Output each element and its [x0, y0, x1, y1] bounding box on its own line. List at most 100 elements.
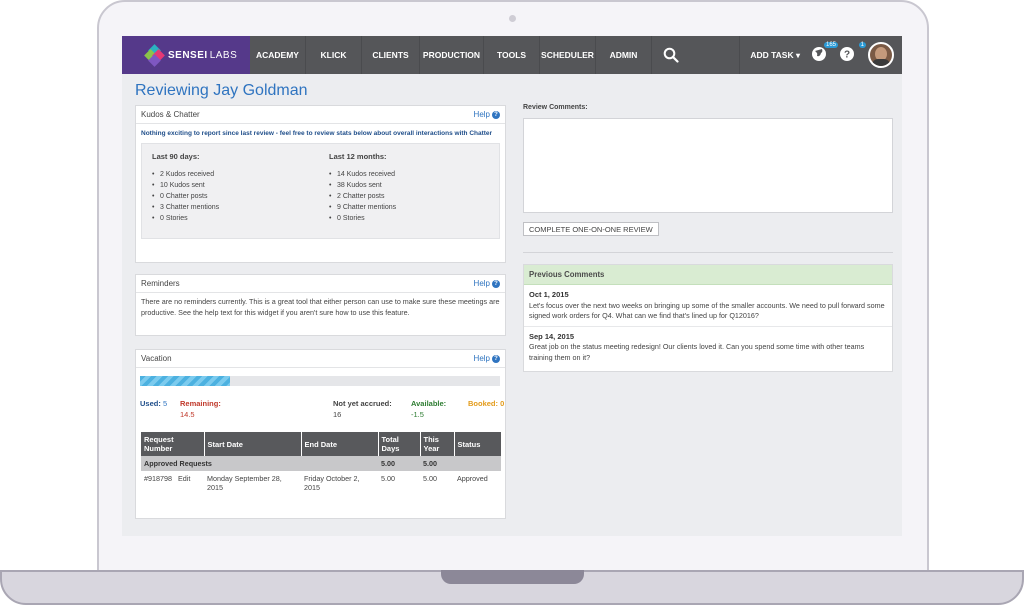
vacation-progress-bar [140, 376, 500, 386]
help-label: Help [473, 279, 490, 288]
help-icon: ? [492, 279, 500, 288]
previous-comments-title: Previous Comments [524, 265, 892, 285]
available-label: Available: [411, 399, 447, 408]
brand-logo[interactable]: SENSEI LABS [122, 36, 250, 74]
help-badge: 1 [858, 42, 866, 48]
reminders-text: There are no reminders currently. This i… [141, 297, 500, 317]
stats-heading: Last 12 months: [329, 152, 387, 161]
globe-notifications[interactable]: 165 [810, 42, 838, 66]
request-number: #918798 [144, 474, 172, 483]
nav-klick[interactable]: KLICK [306, 36, 362, 74]
comment-item: Sep 14, 2015 Great job on the status mee… [524, 327, 892, 368]
remaining-label: Remaining: [180, 399, 221, 408]
page-title: Reviewing Jay Goldman [135, 82, 308, 99]
app-screen: SENSEI LABS ACADEMY KLICK CLIENTS PRODUCT… [122, 36, 902, 536]
nav-scheduler[interactable]: SCHEDULER [540, 36, 596, 74]
comment-item: Oct 1, 2015 Let's focus over the next tw… [524, 285, 892, 327]
help-label: Help [473, 354, 490, 363]
remaining-value: 14.5 [180, 410, 195, 419]
group-year: 5.00 [420, 456, 454, 471]
kudos-panel: Kudos & Chatter Help? Nothing exciting t… [135, 105, 506, 263]
col-request-number: Request Number [141, 432, 205, 456]
review-comments-label: Review Comments: [523, 104, 588, 111]
vacation-panel: Vacation Help? Used: 5 Remaining: 14.5 N… [135, 349, 506, 519]
nav-right: ADD TASK ▾ 165 ? 1 [739, 36, 902, 74]
nav-admin[interactable]: ADMIN [596, 36, 652, 74]
kudos-title: Kudos & Chatter [141, 110, 200, 119]
stats-heading: Last 90 days: [152, 152, 200, 161]
edit-link[interactable]: Edit [178, 474, 190, 483]
help-icon: ? [492, 110, 500, 119]
end-date-cell: Friday October 2, 2015 [304, 474, 360, 492]
group-row: Approved Requests 5.00 5.00 [141, 456, 501, 471]
kudos-note: Nothing exciting to report since last re… [141, 130, 493, 137]
used-stat: Used: 5 [140, 398, 167, 409]
avatar[interactable] [868, 42, 894, 68]
brand-name-bold: SENSEI [168, 49, 208, 61]
list-item: 14 Kudos received [329, 169, 396, 180]
help-label: Help [473, 110, 490, 119]
nav-tools[interactable]: TOOLS [484, 36, 540, 74]
add-task-label: ADD TASK [750, 50, 794, 60]
comment-date: Oct 1, 2015 [529, 290, 569, 299]
previous-comments-panel: Previous Comments Oct 1, 2015 Let's focu… [523, 264, 893, 372]
col-start-date: Start Date [204, 432, 302, 456]
vacation-progress-fill [140, 376, 230, 386]
reminders-panel: Reminders Help? There are no reminders c… [135, 274, 506, 336]
nav-academy[interactable]: ACADEMY [250, 36, 306, 74]
stats-90-days: Last 90 days: 2 Kudos received 10 Kudos … [152, 152, 219, 224]
kudos-stats: Last 90 days: 2 Kudos received 10 Kudos … [141, 143, 500, 239]
accrued-label: Not yet accrued: [333, 399, 392, 408]
help-notifications[interactable]: ? 1 [838, 42, 866, 66]
request-number-cell: #918798 Edit [141, 471, 204, 495]
reminders-header: Reminders Help? [136, 275, 505, 293]
list-item: 9 Chatter mentions [329, 202, 396, 213]
start-date-cell: Monday September 28, 2015 [207, 474, 282, 492]
top-nav: SENSEI LABS ACADEMY KLICK CLIENTS PRODUCT… [122, 36, 902, 74]
vacation-header: Vacation Help? [136, 350, 505, 368]
col-this-year: This Year [420, 432, 455, 456]
vacation-help-link[interactable]: Help? [474, 354, 500, 363]
question-icon: ? [840, 47, 854, 61]
brand-name-light: LABS [209, 49, 238, 61]
list-item: 0 Chatter posts [152, 191, 219, 202]
review-comments-textarea[interactable] [523, 118, 893, 213]
list-item: 38 Kudos sent [329, 180, 396, 191]
add-task-button[interactable]: ADD TASK ▾ [740, 50, 810, 60]
available-value: -1.5 [411, 410, 424, 419]
complete-review-button[interactable]: COMPLETE ONE-ON-ONE REVIEW [523, 222, 659, 236]
search-icon[interactable] [652, 36, 690, 74]
globe-badge: 165 [823, 42, 838, 48]
booked-stat: Booked: 0 [468, 399, 505, 408]
list-item: 10 Kudos sent [152, 180, 219, 191]
kudos-header: Kudos & Chatter Help? [136, 106, 505, 124]
comment-text: Great job on the status meeting redesign… [529, 342, 865, 362]
remaining-stat: Remaining: 14.5 [180, 398, 221, 420]
nav-clients[interactable]: CLIENTS [362, 36, 420, 74]
logo-icon [144, 44, 165, 67]
col-total-days: Total Days [378, 432, 421, 456]
available-stat: Available: -1.5 [411, 398, 446, 420]
nav-production[interactable]: PRODUCTION [420, 36, 484, 74]
col-status: Status [454, 432, 501, 456]
list-item: 0 Stories [152, 213, 219, 224]
used-value: 5 [162, 399, 168, 408]
list-item: 2 Kudos received [152, 169, 219, 180]
vacation-title: Vacation [141, 354, 172, 363]
comment-date: Sep 14, 2015 [529, 331, 575, 341]
list-item: 2 Chatter posts [329, 191, 396, 202]
col-end-date: End Date [301, 432, 379, 456]
status-cell: Approved [457, 474, 488, 483]
chevron-down-icon: ▾ [795, 51, 800, 60]
group-label: Approved Requests [141, 456, 378, 471]
list-item: 3 Chatter mentions [152, 202, 219, 213]
accrued-stat: Not yet accrued: 16 [333, 398, 392, 420]
reminders-help-link[interactable]: Help? [474, 279, 500, 288]
camera-dot [509, 15, 516, 22]
help-icon: ? [492, 354, 500, 363]
comment-text: Let's focus over the next two weeks on b… [529, 300, 885, 321]
stats-12-months: Last 12 months: 14 Kudos received 38 Kud… [329, 152, 396, 224]
this-year-cell: 5.00 [423, 474, 437, 483]
kudos-help-link[interactable]: Help? [474, 110, 500, 119]
reminders-title: Reminders [141, 279, 180, 288]
